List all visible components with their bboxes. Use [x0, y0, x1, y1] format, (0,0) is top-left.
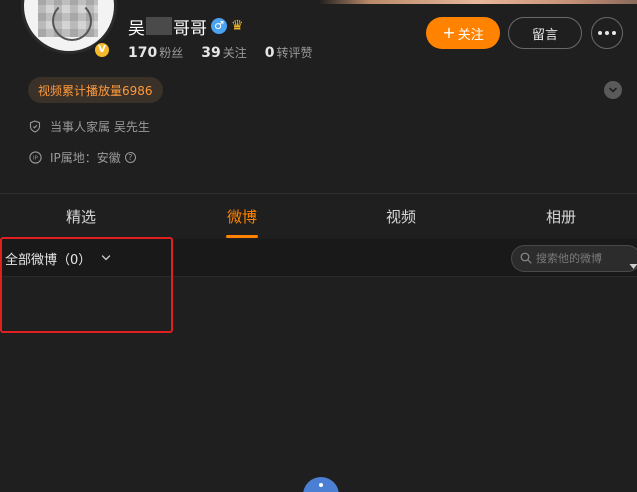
more-icon: [598, 31, 616, 35]
stat-following[interactable]: 39 关注: [201, 44, 247, 61]
family-info-text: 当事人家属 吴先生: [50, 120, 150, 134]
play-count-text: 视频累计播放量6986: [38, 83, 153, 98]
tab-featured[interactable]: 精选: [48, 194, 114, 238]
tab-videos[interactable]: 视频: [368, 194, 434, 238]
chevron-down-icon: [609, 87, 617, 93]
stat-value: 39: [201, 45, 221, 61]
plus-icon: +: [442, 23, 456, 42]
family-info: 当事人家属 吴先生: [28, 118, 150, 135]
follow-label: 关注: [457, 27, 484, 43]
name-redaction: [146, 17, 172, 35]
tab-weibo[interactable]: 微博: [209, 194, 275, 238]
stat-label: 关注: [222, 46, 247, 60]
weibo-search-box[interactable]: [511, 245, 637, 272]
tab-albums[interactable]: 相册: [528, 194, 594, 238]
search-icon: [520, 249, 532, 268]
crown-icon[interactable]: ♛: [231, 18, 244, 34]
avatar-face: [52, 1, 92, 41]
profile-name: 吴 哥哥 ♂ ♛: [128, 14, 244, 39]
ip-location: IP IP属地：安徽 ?: [28, 149, 136, 166]
name-suffix: 哥哥: [173, 18, 207, 39]
profile-tabs: 精选 微博 视频 相册: [0, 194, 637, 238]
more-options-button[interactable]: [591, 17, 623, 49]
stat-label: 粉丝: [159, 46, 184, 60]
stat-label: 转评赞: [276, 46, 313, 60]
follow-button[interactable]: + 关注: [426, 17, 500, 49]
expand-profile-button[interactable]: [604, 81, 622, 99]
video-play-count-tag[interactable]: 视频累计播放量6986: [28, 77, 163, 103]
name-prefix: 吴: [128, 18, 145, 39]
message-label: 留言: [531, 27, 558, 43]
help-icon[interactable]: ?: [124, 152, 136, 163]
shield-icon: [28, 120, 42, 134]
verified-badge-icon: V: [93, 41, 111, 59]
floating-action-button[interactable]: [303, 477, 339, 492]
stat-interactions: 0 转评赞: [265, 44, 313, 61]
profile-stats: 170 粉丝 39 关注 0 转评赞: [128, 44, 331, 61]
stat-value: 170: [128, 45, 158, 61]
svg-text:IP: IP: [33, 156, 39, 162]
stat-value: 0: [264, 45, 275, 61]
ip-icon: IP: [28, 151, 42, 165]
ip-location-text: IP属地：安徽: [50, 151, 121, 165]
profile-page: V 吴 哥哥 ♂ ♛ 170 粉丝 39 关注 0 转评赞 + 关注 留言 视频…: [0, 0, 637, 492]
fab-dot-icon: [319, 483, 323, 487]
annotation-highlight-box: [0, 237, 173, 333]
caret-down-icon[interactable]: [629, 255, 637, 274]
active-tab-indicator: [226, 235, 258, 238]
message-button[interactable]: 留言: [508, 17, 582, 49]
weibo-search-input[interactable]: [536, 252, 616, 265]
stat-followers[interactable]: 170 粉丝: [128, 44, 183, 61]
male-icon: ♂: [211, 18, 227, 34]
